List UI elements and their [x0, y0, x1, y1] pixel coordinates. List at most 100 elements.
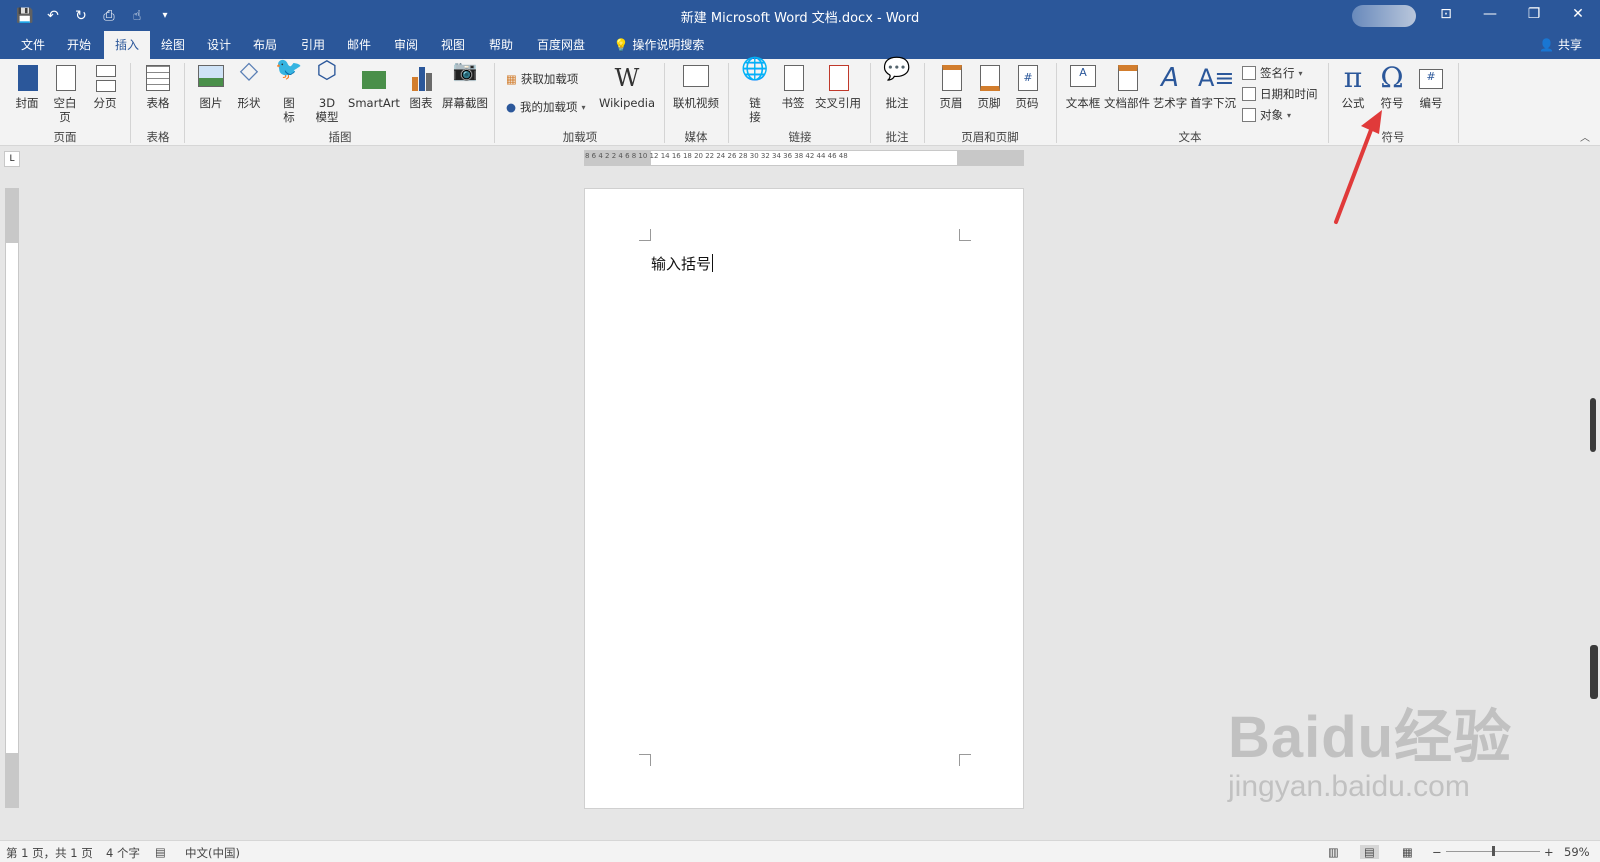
- cross-reference-button[interactable]: 交叉引用: [812, 63, 864, 110]
- vertical-ruler[interactable]: [5, 188, 19, 808]
- margin-corner-mark: [959, 229, 971, 241]
- cross-reference-icon: [823, 63, 853, 93]
- blank-page-button[interactable]: 空白页: [48, 63, 82, 124]
- cover-page-label: 封面: [15, 96, 39, 110]
- tab-insert[interactable]: 插入: [104, 31, 150, 59]
- picture-label: 图片: [199, 96, 223, 110]
- tab-design[interactable]: 设计: [200, 31, 238, 59]
- online-video-label: 联机视频: [673, 96, 719, 110]
- margin-corner-mark: [959, 754, 971, 766]
- web-layout-icon[interactable]: ▦: [1402, 845, 1413, 859]
- signature-line-button[interactable]: 签名行 ▾: [1242, 65, 1303, 81]
- tab-review[interactable]: 审阅: [387, 31, 425, 59]
- wordart-icon: A: [1161, 63, 1179, 93]
- tab-view[interactable]: 视图: [434, 31, 472, 59]
- icons-button[interactable]: 🐦 图 标: [272, 59, 306, 125]
- tab-draw[interactable]: 绘图: [154, 31, 192, 59]
- smartart-button[interactable]: SmartArt: [348, 63, 400, 110]
- print-layout-icon[interactable]: ▤: [1360, 845, 1379, 859]
- share-button[interactable]: 👤 共享: [1539, 31, 1582, 59]
- symbol-button[interactable]: Ω 符号: [1374, 63, 1410, 111]
- number-button[interactable]: # 编号: [1414, 63, 1448, 110]
- tab-baidu-netdisk[interactable]: 百度网盘: [530, 31, 592, 59]
- bookmark-button[interactable]: 书签: [776, 63, 810, 110]
- chart-label: 图表: [409, 96, 433, 110]
- watermark-logo: Baidu经验: [1228, 705, 1513, 770]
- wordart-button[interactable]: A 艺术字: [1152, 63, 1188, 110]
- screenshot-button[interactable]: 📷 屏幕截图: [440, 60, 490, 110]
- word-count[interactable]: 4 个字: [106, 845, 140, 861]
- my-addins-button[interactable]: ● 我的加载项 ▾: [506, 99, 586, 115]
- tab-mailings[interactable]: 邮件: [340, 31, 378, 59]
- page-break-button[interactable]: 分页: [88, 63, 122, 110]
- table-button[interactable]: 表格: [140, 63, 176, 110]
- language-indicator[interactable]: 中文(中国): [185, 845, 240, 861]
- account-avatar[interactable]: [1352, 5, 1416, 27]
- drop-cap-button[interactable]: A≡ 首字下沉: [1190, 63, 1236, 110]
- footer-button[interactable]: 页脚: [972, 63, 1006, 110]
- paragraph-text: 输入括号: [651, 255, 712, 273]
- collapse-ribbon-icon[interactable]: ︿: [1580, 129, 1590, 144]
- document-body-text[interactable]: 输入括号: [651, 253, 714, 274]
- text-box-label: 文本框: [1065, 96, 1101, 110]
- tell-me-search[interactable]: 💡 操作说明搜索: [606, 31, 712, 59]
- chart-button[interactable]: 图表: [404, 63, 438, 110]
- 3d-models-button[interactable]: ⬡ 3D 模型: [310, 58, 344, 124]
- cover-page-button[interactable]: 封面: [10, 63, 44, 110]
- zoom-level[interactable]: 59%: [1564, 845, 1590, 859]
- 3d-models-label: 3D 模型: [315, 96, 339, 124]
- close-icon[interactable]: ✕: [1556, 0, 1600, 31]
- zoom-out-icon[interactable]: −: [1432, 845, 1442, 859]
- object-button[interactable]: 对象 ▾: [1242, 107, 1291, 123]
- get-addins-button[interactable]: ▦ 获取加载项: [506, 71, 578, 87]
- restore-icon[interactable]: ❐: [1512, 0, 1556, 31]
- page-count[interactable]: 第 1 页，共 1 页: [6, 845, 93, 861]
- page-number-button[interactable]: # 页码: [1010, 63, 1044, 110]
- equation-button[interactable]: π 公式: [1336, 63, 1370, 111]
- comment-button[interactable]: 💬 批注: [878, 59, 916, 111]
- ribbon-separator: [494, 63, 495, 143]
- ribbon-display-options-icon[interactable]: ⊡: [1424, 0, 1468, 31]
- tab-layout[interactable]: 布局: [246, 31, 284, 59]
- horizontal-ruler[interactable]: 8 6 4 2 2 4 6 8 10 12 14 16 18 20 22 24 …: [584, 150, 1024, 166]
- person-icon: 👤: [1539, 38, 1555, 52]
- group-label-illustrations: 插图: [328, 130, 352, 144]
- object-label: 对象: [1260, 108, 1283, 122]
- group-label-addins: 加载项: [562, 130, 598, 144]
- zoom-slider-thumb[interactable]: [1492, 846, 1495, 856]
- quick-parts-icon: [1112, 63, 1142, 93]
- share-label: 共享: [1557, 38, 1582, 52]
- link-label: 链 接: [749, 96, 761, 124]
- text-box-button[interactable]: A 文本框: [1064, 63, 1102, 110]
- ruler-numbers: 8 6 4 2 2 4 6 8 10 12 14 16 18 20 22 24 …: [585, 152, 848, 160]
- document-page[interactable]: 输入括号: [584, 188, 1024, 809]
- chevron-down-icon: ▾: [1287, 110, 1292, 120]
- zoom-in-icon[interactable]: +: [1544, 845, 1554, 859]
- smartart-icon: [359, 63, 389, 93]
- drop-cap-label: 首字下沉: [1190, 96, 1236, 110]
- link-button[interactable]: 🌐 链 接: [738, 59, 772, 125]
- tab-help[interactable]: 帮助: [482, 31, 520, 59]
- red-arrow-annotation: [1334, 110, 1382, 224]
- minimize-icon[interactable]: —: [1468, 0, 1512, 31]
- ribbon-separator: [870, 63, 871, 143]
- tab-home[interactable]: 开始: [60, 31, 98, 59]
- tab-references[interactable]: 引用: [294, 31, 332, 59]
- group-label-comments: 批注: [885, 130, 909, 144]
- title-bar: 💾 ↶ ↻ ⎙ ☝ ▾ 新建 Microsoft Word 文档.docx - …: [0, 0, 1600, 31]
- header-button[interactable]: 页眉: [934, 63, 968, 110]
- picture-button[interactable]: 图片: [194, 63, 228, 110]
- tab-file[interactable]: 文件: [14, 31, 52, 59]
- wikipedia-button[interactable]: W Wikipedia: [598, 63, 656, 110]
- shapes-button[interactable]: ◇ 形状: [232, 58, 266, 110]
- quick-parts-button[interactable]: 文档部件: [1104, 63, 1150, 110]
- date-time-button[interactable]: 日期和时间: [1242, 86, 1318, 102]
- read-mode-icon[interactable]: ▥: [1328, 845, 1339, 859]
- smartart-label: SmartArt: [348, 96, 400, 110]
- tab-selector[interactable]: L: [4, 151, 20, 167]
- vertical-scrollbar-thumb[interactable]: [1590, 398, 1596, 452]
- ribbon-separator: [1458, 63, 1459, 143]
- online-video-button[interactable]: 联机视频: [670, 63, 722, 110]
- bookmark-label: 书签: [781, 96, 805, 110]
- proofing-icon[interactable]: ▤: [155, 845, 166, 859]
